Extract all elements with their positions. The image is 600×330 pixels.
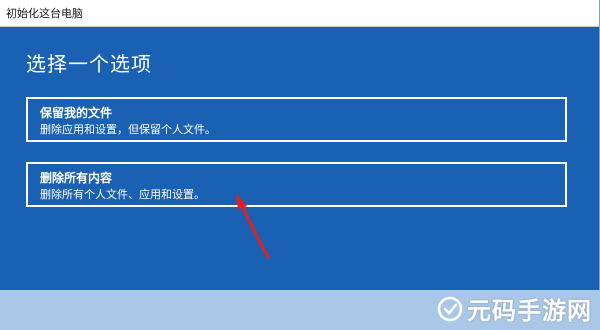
keep-my-files-option[interactable]: 保留我的文件 删除应用和设置，但保留个人文件。 <box>26 97 567 142</box>
title-bar: 初始化这台电脑 <box>0 0 599 27</box>
site-watermark: 元码手游网 <box>437 291 592 326</box>
reset-pc-dialog: 初始化这台电脑 选择一个选项 保留我的文件 删除应用和设置，但保留个人文件。 删… <box>0 0 600 290</box>
window-title: 初始化这台电脑 <box>6 7 83 20</box>
option-title: 删除所有内容 <box>40 171 113 185</box>
page-title: 选择一个选项 <box>26 52 152 76</box>
remove-everything-option[interactable]: 删除所有内容 删除所有个人文件、应用和设置。 <box>26 162 567 207</box>
option-description: 删除所有个人文件、应用和设置。 <box>40 188 205 201</box>
option-description: 删除应用和设置，但保留个人文件。 <box>40 123 216 136</box>
option-title: 保留我的文件 <box>40 106 113 120</box>
watermark-text: 元码手游网 <box>467 297 592 325</box>
watermark-logo-icon <box>437 296 463 321</box>
